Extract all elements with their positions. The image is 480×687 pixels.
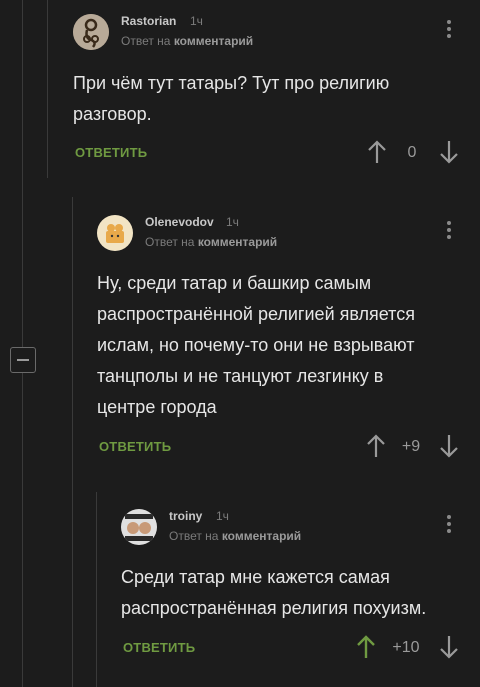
comment-text-line: разговор.	[73, 104, 152, 124]
reply-to-link[interactable]: комментарий	[174, 34, 253, 48]
avatar-troiny-image	[121, 509, 157, 545]
comment-text: Ну, среди татар и башкир самым распростр…	[97, 268, 467, 423]
reply-button[interactable]: ОТВЕТИТЬ	[99, 439, 171, 454]
comment-author[interactable]: Rastorian	[121, 14, 176, 28]
kebab-menu-icon[interactable]	[446, 515, 452, 533]
comment-time: 1ч	[216, 509, 229, 523]
avatar-olenevodov-image	[97, 215, 133, 251]
comment-author[interactable]: troiny	[169, 509, 202, 523]
avatar[interactable]	[73, 14, 109, 50]
comment-text-line: распространённой религией является	[97, 304, 415, 324]
downvote-arrow-icon[interactable]	[439, 140, 459, 164]
comment-text-line: распространённая религия похуизм.	[121, 598, 427, 618]
reply-to-link[interactable]: комментарий	[222, 529, 301, 543]
comment-rating: 0	[407, 144, 417, 161]
upvote-arrow-icon[interactable]	[356, 635, 376, 659]
avatar[interactable]	[97, 215, 133, 251]
comment-text: При чём тут татары? Тут про религию разг…	[73, 68, 453, 130]
comment-text: Среди татар мне кажется самая распростра…	[121, 562, 471, 624]
comment-time: 1ч	[226, 215, 239, 229]
upvote-arrow-icon[interactable]	[367, 140, 387, 164]
reply-to-prefix: Ответ на	[169, 529, 219, 543]
kebab-menu-icon[interactable]	[446, 221, 452, 239]
comment-text-line: центре города	[97, 397, 217, 417]
comment-time: 1ч	[190, 14, 203, 28]
comment-text-line: Среди татар мне кажется самая	[121, 567, 390, 587]
comment-rating: +10	[392, 639, 420, 656]
reply-to-prefix: Ответ на	[145, 235, 195, 249]
reply-to-prefix: Ответ на	[121, 34, 171, 48]
downvote-arrow-icon[interactable]	[439, 635, 459, 659]
comment-olenevodov: Olenevodov 1ч Ответ на комментарий Ну, с…	[0, 200, 480, 480]
kebab-menu-icon[interactable]	[446, 20, 452, 38]
comment-rastorian: Rastorian 1ч Ответ на комментарий При чё…	[0, 0, 480, 180]
comment-rating: +9	[401, 438, 421, 455]
downvote-arrow-icon[interactable]	[439, 434, 459, 458]
comment-text-line: Ну, среди татар и башкир самым	[97, 273, 372, 293]
reply-button[interactable]: ОТВЕТИТЬ	[123, 640, 195, 655]
reply-button[interactable]: ОТВЕТИТЬ	[75, 145, 147, 160]
avatar-rastorian-image	[73, 14, 109, 50]
comment-text-line: При чём тут татары? Тут про религию	[73, 73, 390, 93]
reply-to-link[interactable]: комментарий	[198, 235, 277, 249]
reply-to: Ответ на комментарий	[145, 235, 277, 249]
comment-text-line: ислам, но почему-то они не взрывают	[97, 335, 415, 355]
comment-troiny: troiny 1ч Ответ на комментарий Среди тат…	[0, 495, 480, 687]
comment-text-line: танцполы и не танцуют лезгинку в	[97, 366, 384, 386]
reply-to: Ответ на комментарий	[169, 529, 301, 543]
upvote-arrow-icon[interactable]	[366, 434, 386, 458]
comment-author[interactable]: Olenevodov	[145, 215, 214, 229]
avatar[interactable]	[121, 509, 157, 545]
reply-to: Ответ на комментарий	[121, 34, 253, 48]
